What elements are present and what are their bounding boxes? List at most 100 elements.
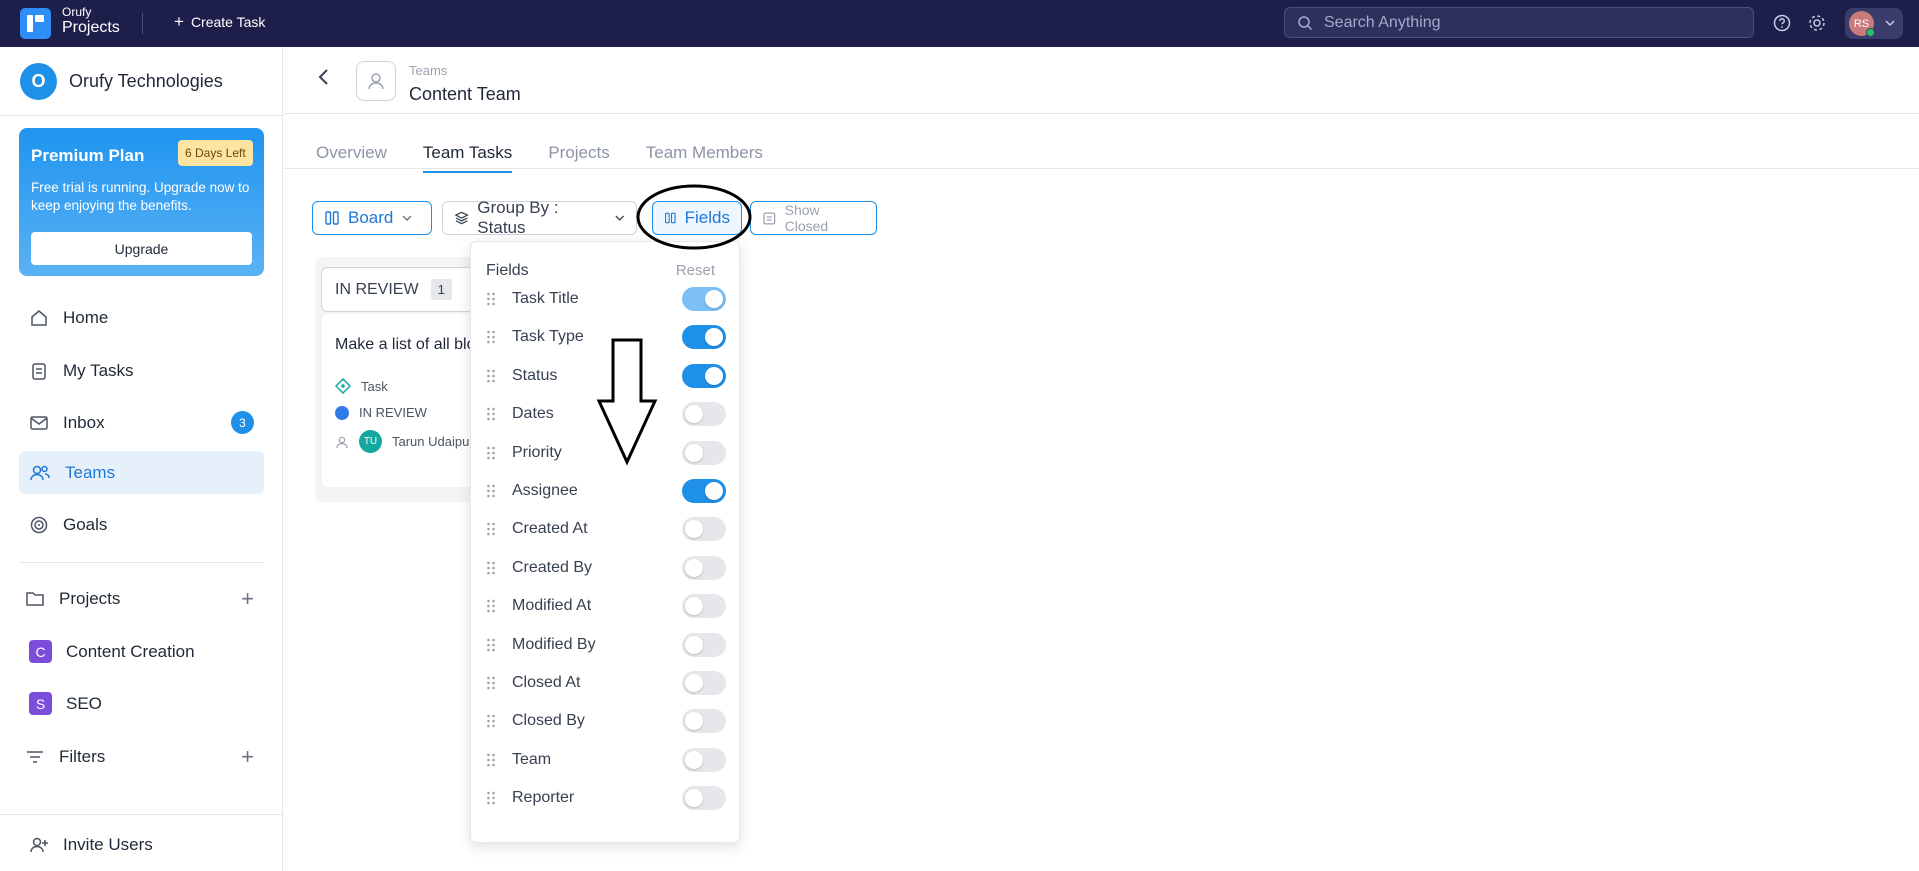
- sidebar-item-label: Goals: [63, 514, 108, 534]
- search-bar[interactable]: [1284, 7, 1754, 38]
- divider: [284, 113, 1919, 114]
- status-dot-icon: [335, 405, 349, 420]
- breadcrumb[interactable]: Teams: [409, 63, 447, 78]
- drag-handle-icon[interactable]: [486, 714, 496, 728]
- field-toggle[interactable]: [682, 671, 726, 695]
- field-toggle[interactable]: [682, 517, 726, 542]
- field-toggle[interactable]: [682, 747, 726, 772]
- drag-handle-icon[interactable]: [486, 484, 496, 498]
- field-toggle[interactable]: [682, 709, 726, 734]
- field-label: Status: [512, 366, 558, 384]
- plan-title: Premium Plan: [31, 146, 145, 165]
- field-row[interactable]: Modified By: [486, 630, 726, 660]
- settings-gear-icon[interactable]: [1807, 13, 1827, 33]
- drag-handle-icon[interactable]: [486, 330, 496, 344]
- target-icon: [30, 516, 48, 533]
- field-row[interactable]: Reporter: [486, 783, 726, 813]
- help-icon[interactable]: [1772, 13, 1792, 33]
- reset-fields-button[interactable]: Reset: [676, 262, 715, 279]
- field-toggle[interactable]: [682, 594, 726, 619]
- project-initial-badge: C: [29, 640, 52, 663]
- sidebar-item-teams[interactable]: Teams: [19, 451, 264, 494]
- field-row[interactable]: Dates: [486, 399, 726, 429]
- user-menu[interactable]: RS: [1845, 8, 1903, 39]
- show-closed-toggle[interactable]: Show Closed: [750, 201, 877, 235]
- field-toggle[interactable]: [682, 479, 726, 503]
- board-view-label: Board: [348, 208, 394, 227]
- drag-handle-icon[interactable]: [486, 369, 496, 383]
- sidebar-project-seo[interactable]: S SEO: [19, 682, 264, 725]
- invite-users-button[interactable]: Invite Users: [19, 823, 264, 866]
- trial-days-badge: 6 Days Left: [178, 140, 253, 166]
- sidebar-project-content-creation[interactable]: C Content Creation: [19, 630, 264, 673]
- columns-icon: [665, 212, 676, 224]
- task-status-row: IN REVIEW: [335, 405, 427, 420]
- sidebar-item-projects[interactable]: Projects +: [19, 577, 264, 620]
- sidebar-item-inbox[interactable]: Inbox 3: [19, 401, 264, 444]
- drag-handle-icon[interactable]: [486, 561, 496, 575]
- sidebar-item-filters[interactable]: Filters +: [19, 735, 264, 778]
- task-type-row: Task: [335, 378, 388, 394]
- field-label: Created By: [512, 558, 593, 576]
- field-row[interactable]: Task Type: [486, 322, 726, 352]
- field-row[interactable]: Status: [486, 361, 726, 391]
- field-toggle[interactable]: [682, 632, 726, 657]
- drag-handle-icon[interactable]: [486, 676, 496, 690]
- sidebar-item-my-tasks[interactable]: My Tasks: [19, 349, 264, 392]
- chevron-down-icon: [614, 215, 624, 221]
- field-toggle[interactable]: [682, 555, 726, 580]
- group-by-dropdown[interactable]: Group By : Status: [442, 198, 637, 237]
- field-label: Created At: [512, 520, 588, 538]
- add-project-plus-icon[interactable]: +: [241, 586, 254, 612]
- create-task-button[interactable]: + Create Task: [174, 13, 265, 30]
- field-row[interactable]: Closed By: [486, 706, 726, 736]
- drag-handle-icon[interactable]: [486, 791, 496, 805]
- field-label: Dates: [512, 405, 554, 423]
- board-view-dropdown[interactable]: Board: [312, 201, 432, 235]
- drag-handle-icon[interactable]: [486, 446, 496, 460]
- app-logo-icon[interactable]: [20, 8, 51, 39]
- field-label: Closed By: [512, 712, 585, 730]
- drag-handle-icon[interactable]: [486, 407, 496, 421]
- field-row[interactable]: Created At: [486, 514, 726, 544]
- sidebar-item-goals[interactable]: Goals: [19, 503, 264, 546]
- sidebar-item-label: Inbox: [63, 412, 105, 432]
- drag-handle-icon[interactable]: [486, 292, 496, 306]
- field-toggle[interactable]: [682, 325, 726, 350]
- sidebar-item-home[interactable]: Home: [19, 296, 264, 339]
- field-row[interactable]: Priority: [486, 438, 726, 468]
- drag-handle-icon[interactable]: [486, 522, 496, 536]
- divider: [0, 115, 283, 116]
- top-bar: Orufy Projects + Create Task RS: [0, 0, 1919, 47]
- search-input[interactable]: [1324, 13, 1724, 32]
- drag-handle-icon[interactable]: [486, 638, 496, 652]
- field-toggle[interactable]: [682, 363, 726, 388]
- field-label: Priority: [512, 443, 562, 461]
- fields-button[interactable]: Fields: [652, 201, 742, 235]
- fields-label: Fields: [684, 208, 730, 227]
- org-switcher[interactable]: O Orufy Technologies: [20, 63, 223, 100]
- app-logo-text[interactable]: Orufy Projects: [62, 6, 120, 36]
- upgrade-button[interactable]: Upgrade: [31, 232, 252, 265]
- field-toggle[interactable]: [682, 786, 726, 811]
- show-closed-label: Show Closed: [784, 202, 829, 234]
- chevron-down-icon: [1885, 20, 1895, 27]
- field-toggle[interactable]: [682, 402, 726, 427]
- field-row[interactable]: Task Title: [486, 284, 726, 314]
- field-toggle[interactable]: [682, 287, 726, 311]
- field-row[interactable]: Created By: [486, 553, 726, 583]
- field-row[interactable]: Modified At: [486, 591, 726, 621]
- home-icon: [31, 309, 47, 326]
- field-toggle[interactable]: [682, 440, 726, 465]
- drag-handle-icon[interactable]: [486, 599, 496, 613]
- search-icon: [1298, 15, 1313, 30]
- assignee-name: Tarun Udaipuri: [392, 434, 477, 449]
- drag-handle-icon[interactable]: [486, 753, 496, 767]
- add-filter-plus-icon[interactable]: +: [241, 744, 254, 770]
- fields-dropdown-panel: Fields Reset Task Title Task Type Status Da…: [470, 241, 740, 843]
- project-initial-badge: S: [29, 692, 52, 715]
- field-row[interactable]: Assignee: [486, 476, 726, 506]
- field-row[interactable]: Closed At: [486, 668, 726, 698]
- back-arrow-icon[interactable]: [314, 67, 334, 87]
- field-row[interactable]: Team: [486, 745, 726, 775]
